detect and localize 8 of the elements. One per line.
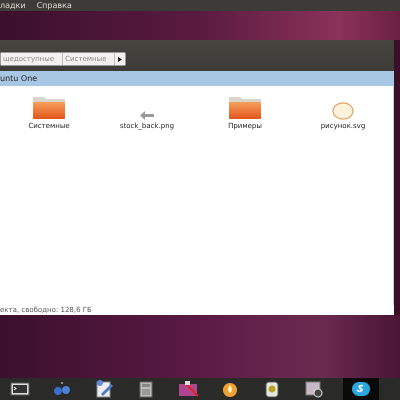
right-triangle-icon (118, 56, 122, 62)
folder-icon[interactable] (32, 94, 66, 120)
menu-item[interactable]: Справка (36, 0, 72, 10)
left-arrow-icon[interactable] (140, 111, 154, 120)
menu-item[interactable]: ладки (0, 0, 26, 10)
places-header: untu One (0, 74, 38, 83)
folder-icon[interactable] (228, 94, 262, 120)
scroll-right-button[interactable] (115, 53, 126, 65)
